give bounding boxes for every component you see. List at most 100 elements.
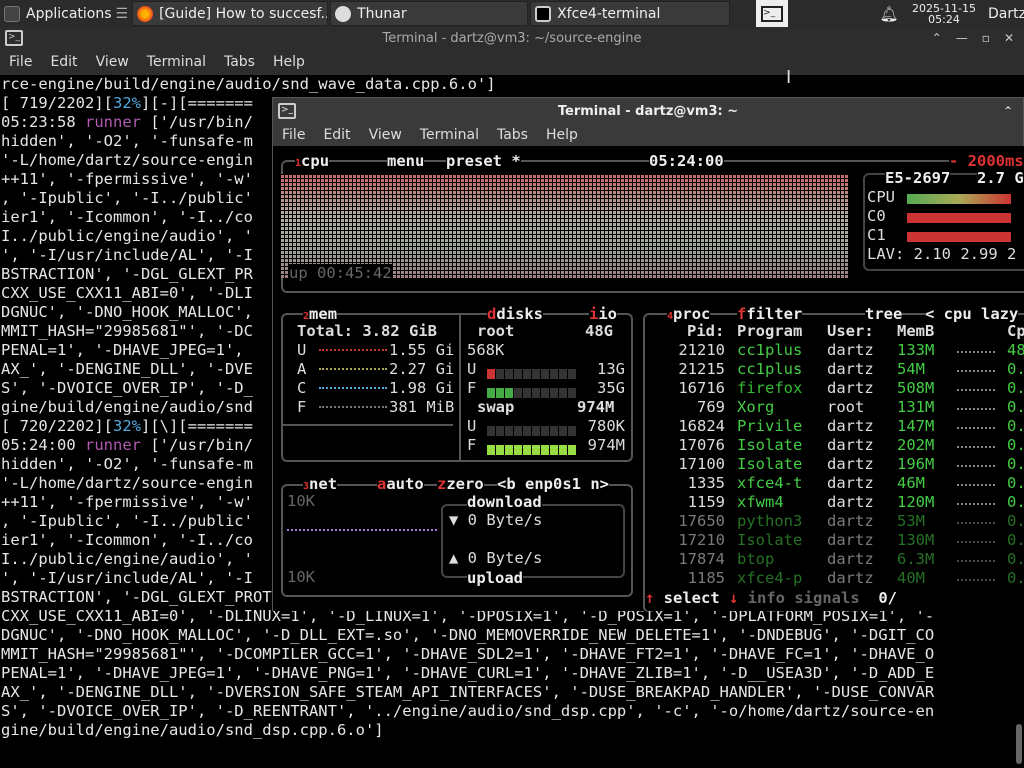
uptime: up 00:45:42 xyxy=(289,264,392,283)
menu-tabs[interactable]: Tabs xyxy=(215,54,264,70)
cpu-interval[interactable]: - 2000ms xyxy=(949,153,1024,169)
proc-count: 0/ xyxy=(878,589,898,607)
proc-cell-program: xfce4-p xyxy=(737,569,803,587)
btop-monitor[interactable]: 1cpu menu preset * 05:24:00 - 2000ms up … xyxy=(273,146,1024,611)
clock-time: 05:24 xyxy=(928,12,960,26)
notifications-button[interactable]: 🔔︎ xyxy=(874,0,904,27)
taskbar-label: Xfce4-terminal xyxy=(557,5,661,22)
clock-date: 2025-11-15 xyxy=(912,1,976,15)
menu-edit[interactable]: Edit xyxy=(41,54,86,70)
net-graph xyxy=(287,529,437,531)
proc-row[interactable]: 16716 firefox dartz 508M 0. xyxy=(645,379,1024,398)
front-terminal-window[interactable]: >_ Terminal - dartz@vm3: ~ ⌃ File Edit V… xyxy=(272,97,1024,611)
user-menu-button[interactable]: Dartz xyxy=(984,0,1024,27)
show-desktop-button[interactable]: >_ xyxy=(756,0,789,27)
restore-icon[interactable]: ▫ xyxy=(982,31,990,45)
proc-row[interactable]: 17076 Isolate dartz 202M 0. xyxy=(645,436,1024,455)
proc-row[interactable]: 17210 Isolate dartz 130M 0. xyxy=(645,531,1024,550)
proc-row[interactable]: 21210 cc1plus dartz 133M 48. xyxy=(645,341,1024,360)
proc-cell-program: Xorg xyxy=(737,398,775,416)
proc-row[interactable]: 1159 xfwm4 dartz 120M 0. xyxy=(645,493,1024,512)
taskbar-label: [Guide] How to succesf... xyxy=(159,5,329,22)
proc-select-hint[interactable]: select xyxy=(664,589,720,607)
proc-cell-mem: 6.3M xyxy=(897,550,935,568)
menu-file[interactable]: File xyxy=(273,127,314,143)
menu-help[interactable]: Help xyxy=(537,127,587,143)
proc-row[interactable]: 1185 xfce4-p dartz 40M 0. xyxy=(645,569,1024,588)
menu-tabs[interactable]: Tabs xyxy=(488,127,537,143)
proc-header-cpu[interactable]: Cp xyxy=(1007,322,1024,341)
proc-row[interactable]: 16824 Privile dartz 147M 0. xyxy=(645,417,1024,436)
cpu-preset-button[interactable]: preset * xyxy=(446,153,521,169)
mem-row-key: A xyxy=(297,360,307,378)
taskbar-item-firefox[interactable]: [Guide] How to succesf... xyxy=(132,1,329,26)
front-terminal-titlebar[interactable]: >_ Terminal - dartz@vm3: ~ ⌃ xyxy=(273,98,1023,124)
maximize-up-icon[interactable]: ⌃ xyxy=(1003,104,1013,118)
proc-signals-hint[interactable]: signals xyxy=(794,589,859,607)
net-auto-toggle[interactable]: aauto xyxy=(377,476,424,492)
window-controls: ⌃ — ▫ ✕ xyxy=(932,31,1024,45)
cpu-box-title[interactable]: 1cpu xyxy=(295,153,330,172)
close-icon[interactable]: ✕ xyxy=(1004,31,1014,45)
proc-cell-user: dartz xyxy=(827,436,874,454)
terminal-line: S', '-DVOICE_OVER_IP', '-D_REENTRANT', '… xyxy=(1,702,935,720)
proc-cell-user: dartz xyxy=(827,512,874,530)
proc-row[interactable]: 17100 Isolate dartz 196M 0. xyxy=(645,455,1024,474)
terminal-line: MMIT_HASH="29985681"', '-DCOMPILER_GCC=1… xyxy=(1,645,935,663)
scrollbar[interactable] xyxy=(1016,724,1022,764)
menu-terminal[interactable]: Terminal xyxy=(138,54,215,70)
minimize-icon[interactable]: — xyxy=(956,31,968,45)
proc-sort-selector[interactable]: < cpu lazy xyxy=(925,306,1019,322)
cpu-core1-meter xyxy=(907,232,1011,242)
maximize-up-icon[interactable]: ⌃ xyxy=(932,31,942,45)
menu-separator-icon: ☰ xyxy=(115,5,129,22)
menu-view[interactable]: View xyxy=(87,54,138,70)
menu-terminal[interactable]: Terminal xyxy=(411,127,488,143)
proc-header-pid[interactable]: Pid: xyxy=(687,322,724,341)
proc-header-user[interactable]: User: xyxy=(827,322,874,341)
proc-cell-program: Isolate xyxy=(737,531,803,549)
terminal-icon xyxy=(535,5,552,22)
menu-edit[interactable]: Edit xyxy=(314,127,359,143)
menu-file[interactable]: File xyxy=(0,54,41,70)
proc-cell-pid: 17076 xyxy=(678,436,725,454)
proc-row[interactable]: 21215 cc1plus dartz 54M 0. xyxy=(645,360,1024,379)
proc-cell-program: Privile xyxy=(737,417,803,435)
taskbar-item-thunar[interactable]: Thunar xyxy=(330,1,529,26)
window-controls: ⌃ xyxy=(1003,104,1023,118)
proc-tree-toggle[interactable]: tree xyxy=(865,306,903,322)
proc-header-mem[interactable]: MemB xyxy=(897,322,934,341)
proc-row[interactable]: 769 Xorg root 131M 0. xyxy=(645,398,1024,417)
cpu-core1-label: C1 xyxy=(867,226,886,244)
applications-menu-button[interactable]: Applications ☰ xyxy=(0,0,132,27)
proc-row[interactable]: 17874 btop dartz 6.3M 0. xyxy=(645,550,1024,569)
proc-filter[interactable]: ffilter xyxy=(737,306,803,322)
net-interface-selector[interactable]: <b enp0s1 n> xyxy=(497,476,609,492)
proc-cell-program: python3 xyxy=(737,512,803,530)
net-zero-toggle[interactable]: zzero xyxy=(437,476,484,492)
proc-cell-program: xfce4-t xyxy=(737,474,803,492)
terminal-line: rce-engine/build/engine/audio/snd_wave_d… xyxy=(1,75,496,93)
proc-cpu-graph xyxy=(957,560,995,562)
back-terminal-titlebar[interactable]: >_ Terminal - dartz@vm3: ~/source-engine… xyxy=(0,27,1024,49)
disks-io-toggle[interactable]: iio xyxy=(589,306,618,322)
proc-cell-pid: 21210 xyxy=(678,341,725,359)
menu-help[interactable]: Help xyxy=(264,54,314,70)
disks-title[interactable]: ddisks xyxy=(487,306,544,322)
mem-row-meter xyxy=(319,406,387,410)
proc-cpu-graph xyxy=(957,389,995,391)
menu-view[interactable]: View xyxy=(360,127,411,143)
proc-row[interactable]: 1335 xfce4-t dartz 46M 0. xyxy=(645,474,1024,493)
file-manager-icon xyxy=(335,5,352,22)
cpu-total-meter xyxy=(907,194,1011,204)
proc-cell-mem: 53M xyxy=(897,512,925,530)
clock[interactable]: 2025-11-15 05:24 xyxy=(904,3,984,25)
proc-cell-mem: 202M xyxy=(897,436,935,454)
proc-info-hint[interactable]: info xyxy=(748,589,785,607)
taskbar-item-terminal[interactable]: Xfce4-terminal xyxy=(530,1,731,26)
terminal-line: PENAL=1', '-DHAVE_JPEG=1', '-DHAVE_PNG=1… xyxy=(1,664,935,682)
proc-row[interactable]: 17650 python3 dartz 53M 0. xyxy=(645,512,1024,531)
cpu-menu-button[interactable]: menu xyxy=(387,153,425,169)
xfce-logo-icon xyxy=(4,5,20,22)
proc-header-program[interactable]: Program xyxy=(737,322,802,341)
